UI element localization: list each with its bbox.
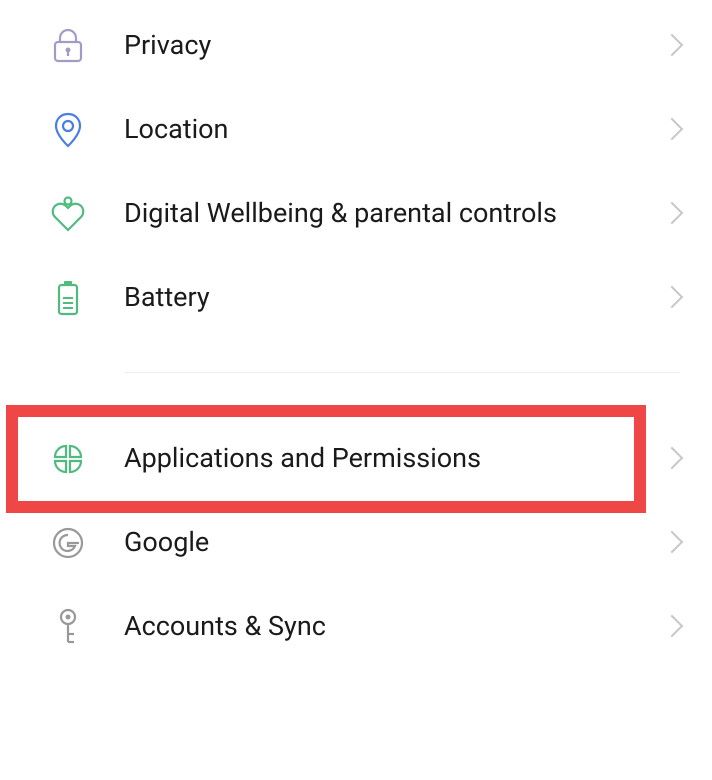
heart-person-icon xyxy=(50,196,86,232)
item-label: Battery xyxy=(124,281,664,315)
section-divider xyxy=(124,372,680,373)
chevron-right-icon xyxy=(664,117,680,143)
settings-item-applications-permissions[interactable]: Applications and Permissions xyxy=(0,417,712,501)
battery-icon xyxy=(50,280,86,316)
key-icon xyxy=(50,609,86,645)
chevron-right-icon xyxy=(664,285,680,311)
chevron-right-icon xyxy=(664,614,680,640)
item-label: Digital Wellbeing & parental controls xyxy=(124,197,664,231)
chevron-right-icon xyxy=(664,530,680,556)
settings-list: Privacy Location Digital Wellbeing & par… xyxy=(0,0,712,669)
settings-item-wellbeing[interactable]: Digital Wellbeing & parental controls xyxy=(0,172,712,256)
location-icon xyxy=(50,112,86,148)
chevron-right-icon xyxy=(664,33,680,59)
lock-icon xyxy=(50,28,86,64)
item-label: Google xyxy=(124,526,664,560)
chevron-right-icon xyxy=(664,201,680,227)
item-label: Privacy xyxy=(124,29,664,63)
settings-item-google[interactable]: Google xyxy=(0,501,712,585)
chevron-right-icon xyxy=(664,446,680,472)
item-label: Accounts & Sync xyxy=(124,610,664,644)
apps-icon xyxy=(50,441,86,477)
item-label: Applications and Permissions xyxy=(124,442,664,476)
settings-item-accounts-sync[interactable]: Accounts & Sync xyxy=(0,585,712,669)
settings-item-battery[interactable]: Battery xyxy=(0,256,712,340)
settings-item-privacy[interactable]: Privacy xyxy=(0,4,712,88)
item-label: Location xyxy=(124,113,664,147)
settings-item-location[interactable]: Location xyxy=(0,88,712,172)
google-icon xyxy=(50,525,86,561)
